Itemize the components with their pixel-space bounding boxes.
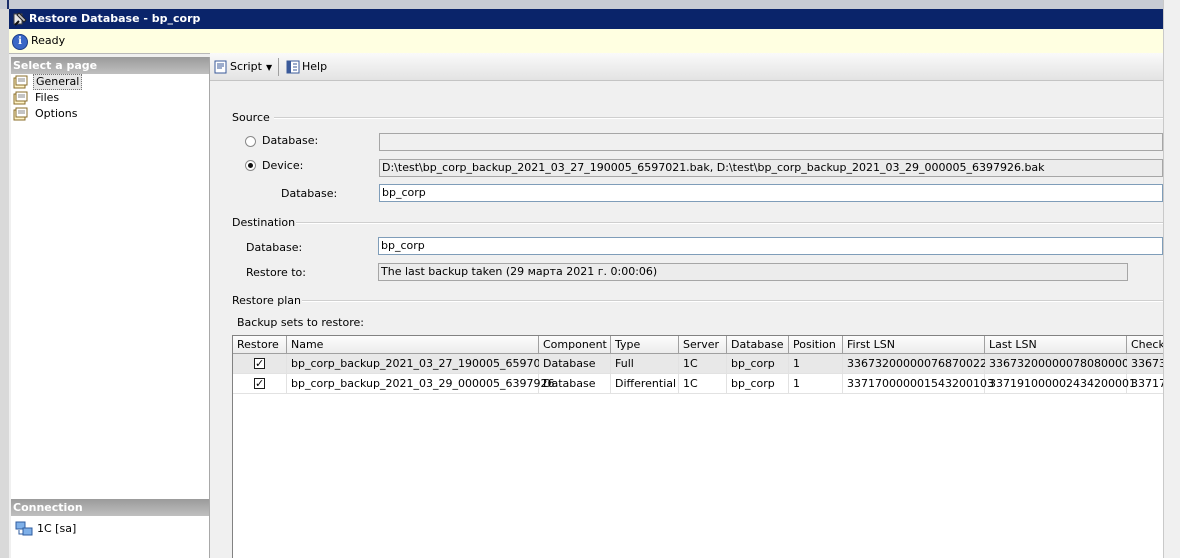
help-icon	[286, 60, 300, 74]
restore-cell	[233, 354, 287, 374]
source-heading: Source	[232, 111, 270, 124]
left-pane: Select a page General Files Options Conn…	[11, 57, 210, 558]
column-header-position[interactable]: Position	[789, 336, 843, 354]
window-title: Restore Database - bp_corp	[29, 12, 201, 25]
restore-checkbox[interactable]	[254, 375, 265, 393]
script-dropdown[interactable]: ▼	[266, 58, 272, 76]
name-cell: bp_corp_backup_2021_03_27_190005_6597021	[287, 354, 554, 374]
page-icon	[13, 91, 28, 105]
column-header-restore[interactable]: Restore	[233, 336, 287, 354]
first-lsn-cell: 336732000000768700221	[843, 354, 994, 374]
restore-plan-divider	[302, 300, 1163, 302]
title-bar[interactable]: Restore Database - bp_corp	[9, 9, 1163, 29]
database-cell: bp_corp	[727, 374, 789, 394]
column-header-server[interactable]: Server	[679, 336, 727, 354]
restore-to-field[interactable]: The last backup taken (29 марта 2021 г. …	[378, 263, 1128, 281]
server-connection-icon	[15, 521, 33, 536]
server-cell: 1C	[679, 354, 727, 374]
component-cell: Database	[539, 374, 611, 394]
database-cell: bp_corp	[727, 354, 789, 374]
source-divider	[274, 117, 1163, 119]
connection-header: Connection	[11, 499, 209, 516]
select-page-header: Select a page	[11, 57, 209, 74]
database-radio-label: Database:	[262, 134, 319, 147]
name-cell: bp_corp_backup_2021_03_29_000005_6397926	[287, 374, 554, 394]
component-cell: Database	[539, 354, 611, 374]
last-lsn-cell: 337191000002434200001	[985, 374, 1136, 394]
page-icon	[13, 107, 28, 121]
toolbar-separator	[278, 58, 279, 76]
destination-divider	[296, 222, 1163, 224]
restore-to-label: Restore to:	[246, 266, 306, 279]
first-lsn-cell: 337170000001543200103	[843, 374, 994, 394]
general-page-content: Script ▼ Help Source Database: Device: D…	[210, 53, 1163, 558]
type-cell: Differential	[611, 374, 679, 394]
page-item-label: Files	[35, 91, 60, 104]
column-header-first-lsn[interactable]: First LSN	[843, 336, 985, 354]
server-cell: 1C	[679, 374, 727, 394]
device-radio-label: Device:	[262, 159, 304, 172]
column-header-name[interactable]: Name	[287, 336, 539, 354]
status-text: Ready	[31, 34, 66, 47]
page-icon	[13, 75, 28, 89]
source-database-select[interactable]	[379, 133, 1163, 151]
desktop-background-right	[1163, 0, 1180, 558]
type-cell: Full	[611, 354, 679, 374]
desktop-edge	[7, 0, 9, 9]
restore-cell	[233, 374, 287, 394]
destination-heading: Destination	[232, 216, 296, 229]
column-header-component[interactable]: Component	[539, 336, 611, 354]
check-cell: 33717	[1127, 374, 1163, 394]
restore-database-icon	[13, 12, 27, 26]
column-header-check[interactable]: Check	[1127, 336, 1163, 354]
column-header-type[interactable]: Type	[611, 336, 679, 354]
restore-checkbox[interactable]	[254, 355, 265, 373]
toolbar: Script ▼ Help	[210, 53, 1163, 81]
check-cell: 33673	[1127, 354, 1163, 374]
restore-database-window: Restore Database - bp_corp i Ready Selec…	[9, 9, 1163, 558]
status-bar: i Ready	[9, 29, 1163, 54]
device-path-field[interactable]: D:\test\bp_corp_backup_2021_03_27_190005…	[379, 159, 1163, 177]
chevron-down-icon: ▼	[266, 63, 273, 72]
position-cell: 1	[789, 374, 843, 394]
device-database-label: Database:	[281, 187, 338, 200]
backup-sets-grid: Restore Name Component Type Server Datab…	[232, 335, 1163, 558]
device-database-select[interactable]: bp_corp	[379, 184, 1163, 202]
destination-database-label: Database:	[246, 241, 303, 254]
column-header-last-lsn[interactable]: Last LSN	[985, 336, 1127, 354]
restore-plan-heading: Restore plan	[232, 294, 301, 307]
info-icon: i	[12, 34, 28, 50]
page-item-label: General	[33, 74, 83, 90]
database-radio[interactable]	[245, 136, 256, 147]
last-lsn-cell: 336732000000780800001	[985, 354, 1136, 374]
page-item-label: Options	[35, 107, 78, 120]
connection-label: 1C [sa]	[37, 522, 77, 535]
script-icon	[214, 60, 227, 74]
device-radio[interactable]	[245, 160, 256, 171]
position-cell: 1	[789, 354, 843, 374]
destination-database-field[interactable]: bp_corp	[378, 237, 1163, 255]
column-header-database[interactable]: Database	[727, 336, 789, 354]
backup-sets-label: Backup sets to restore:	[237, 316, 364, 329]
desktop-background	[0, 0, 1180, 9]
